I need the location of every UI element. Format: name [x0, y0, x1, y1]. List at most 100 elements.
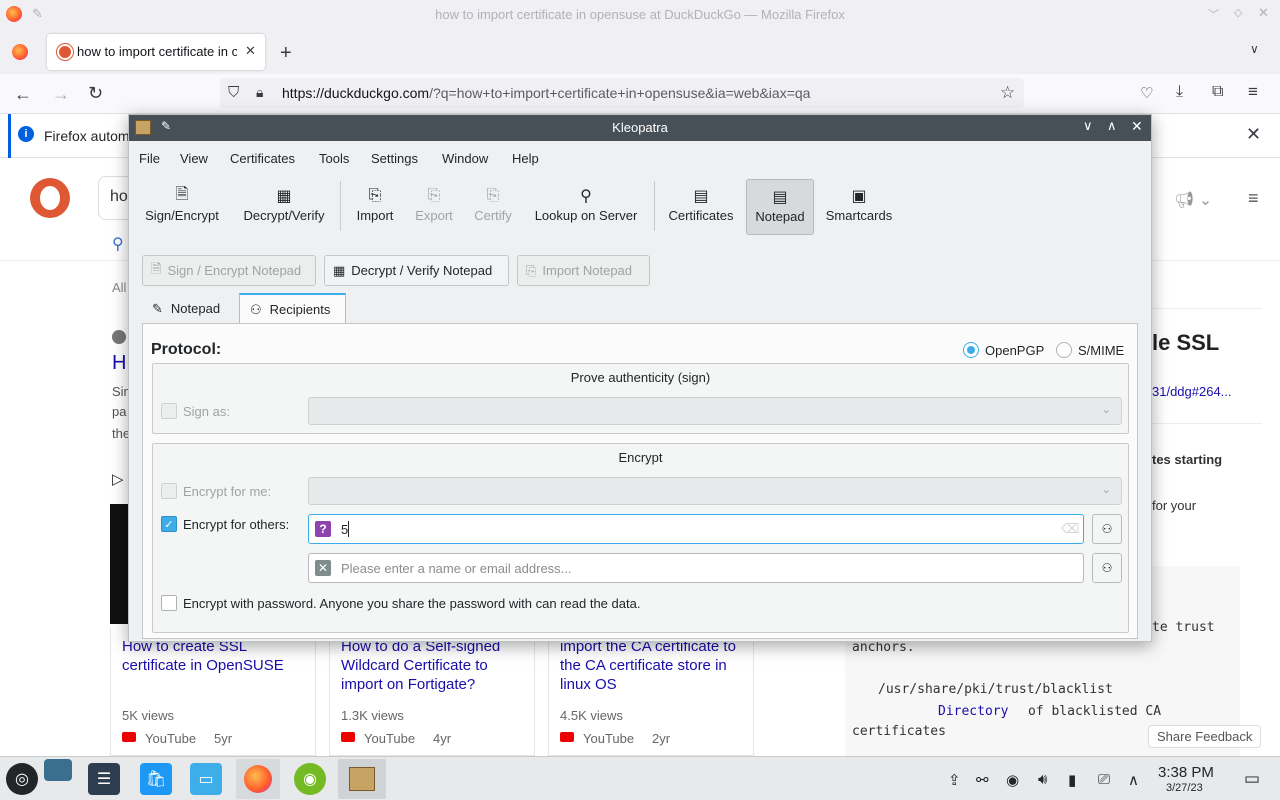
application-launcher-icon[interactable]: ◎: [6, 763, 38, 795]
search-input-partial[interactable]: ho: [110, 188, 128, 206]
videos-icon: ▷: [112, 471, 124, 488]
select-certificate-button[interactable]: ⚇: [1092, 553, 1122, 583]
sign-encrypt-notepad-button[interactable]: 🗎︎ Sign / Encrypt Notepad: [142, 255, 316, 286]
extensions-icon[interactable]: ⧉: [1212, 83, 1223, 101]
network-icon[interactable]: ⎚: [1098, 771, 1110, 788]
video-title[interactable]: How to create SSL certificate in OpenSUS…: [122, 637, 302, 675]
smartcards-button[interactable]: ▣ Smartcards: [819, 179, 899, 235]
forward-icon[interactable]: →: [52, 84, 70, 105]
list-tabs-icon[interactable]: ∨: [1250, 42, 1259, 56]
lookup-on-server-button[interactable]: ⚲ Lookup on Server: [527, 179, 645, 235]
menu-file[interactable]: File: [139, 151, 160, 166]
tab-close-icon[interactable]: ✕: [245, 43, 256, 59]
video-title[interactable]: import the CA certificate to the CA cert…: [560, 637, 750, 694]
network-upload-icon[interactable]: ⇪: [948, 771, 961, 789]
volume-icon[interactable]: 🔊︎: [1038, 771, 1047, 788]
visibility-icon[interactable]: ◉: [1006, 771, 1019, 789]
menu-settings[interactable]: Settings: [371, 151, 418, 166]
encrypt-with-password-checkbox[interactable]: [161, 595, 177, 611]
clock-date[interactable]: 3/27/23: [1166, 782, 1203, 794]
url-bar[interactable]: ⛉ 🔒︎ https://duckduckgo.com/?q=how+to+im…: [220, 78, 1024, 108]
battery-icon[interactable]: ▮: [1068, 771, 1076, 789]
video-thumbnail[interactable]: [110, 504, 130, 624]
import-notepad-button[interactable]: ⎘ Import Notepad: [517, 255, 650, 286]
pocket-icon[interactable]: ♡: [1140, 84, 1153, 102]
select-certificate-button[interactable]: ⚇: [1092, 514, 1122, 544]
url-text[interactable]: https://duckduckgo.com/?q=how+to+import+…: [282, 85, 810, 101]
info-icon: i: [18, 126, 34, 142]
encrypt-for-others-checkbox[interactable]: ✓: [161, 516, 177, 532]
taskbar: ◎ ☰ 🛍︎ ▭ ◉ ⇪ ⚯ ◉ 🔊︎ ▮ ⎚ ∧ 3:38 PM 3/27/2…: [0, 756, 1280, 800]
close-icon[interactable]: ✕: [1131, 118, 1143, 135]
sign-encrypt-button[interactable]: 🗎︎ Sign/Encrypt: [139, 179, 225, 235]
duckduckgo-logo[interactable]: [30, 178, 70, 218]
import-button[interactable]: ⎘ Import: [349, 179, 401, 235]
lock-icon[interactable]: 🔒︎: [256, 84, 263, 101]
menu-tools[interactable]: Tools: [319, 151, 349, 166]
reload-icon[interactable]: ↻: [88, 83, 103, 104]
video-title[interactable]: How to do a Self-signed Wildcard Certifi…: [341, 637, 521, 694]
kleopatra-taskbar-icon[interactable]: [338, 759, 386, 799]
firefox-taskbar-icon[interactable]: [236, 759, 280, 799]
recipient-input[interactable]: ? 5 ⌫: [308, 514, 1084, 544]
result-title[interactable]: H: [112, 352, 126, 375]
recipient-input-empty[interactable]: ✕ Please enter a name or email address..…: [308, 553, 1084, 583]
share-feedback-button[interactable]: Share Feedback: [1148, 725, 1262, 748]
browser-tab[interactable]: how to import certificate in opensuse at…: [47, 34, 265, 70]
filter-all[interactable]: All: [112, 280, 126, 295]
sign-as-checkbox[interactable]: [161, 403, 177, 419]
downloads-icon[interactable]: ⤓: [1176, 83, 1183, 101]
decrypt-verify-notepad-button[interactable]: ▦ Decrypt / Verify Notepad: [324, 255, 509, 286]
sign-as-combo[interactable]: ⌄: [308, 397, 1122, 425]
menu-certificates[interactable]: Certificates: [230, 151, 295, 166]
minimize-icon[interactable]: ﹀: [1208, 6, 1219, 22]
side-link[interactable]: 31/ddg#264...: [1152, 384, 1232, 399]
tab-recipients[interactable]: ⚇ Recipients: [239, 293, 346, 324]
page-menu-icon[interactable]: ≡: [1248, 188, 1259, 209]
maximize-icon[interactable]: ◇: [1234, 6, 1242, 19]
encrypt-for-me-combo[interactable]: ⌄: [308, 477, 1122, 505]
back-icon[interactable]: ←: [14, 84, 32, 105]
encrypt-for-me-checkbox[interactable]: [161, 483, 177, 499]
openpgp-label: OpenPGP: [985, 342, 1045, 358]
code-line[interactable]: Directory: [938, 704, 1008, 719]
menu-view[interactable]: View: [180, 151, 208, 166]
firefox-view-icon[interactable]: [12, 44, 28, 60]
menu-icon[interactable]: ≡: [1248, 82, 1258, 102]
export-button[interactable]: ⎘ Export: [409, 179, 459, 235]
shield-icon[interactable]: ⛉: [228, 84, 239, 101]
close-icon[interactable]: ✕: [1258, 5, 1269, 21]
chevron-down-icon: ⌄: [1101, 404, 1111, 416]
kleopatra-window: ✎ Kleopatra ∨ ∧ ✕ File View Certificates…: [128, 114, 1152, 642]
maximize-icon[interactable]: ∧: [1107, 118, 1117, 134]
connect-icon[interactable]: ⚯: [976, 771, 989, 789]
certificates-button[interactable]: ▤ Certificates: [661, 179, 741, 235]
new-tab-icon[interactable]: +: [280, 42, 292, 65]
file-manager-icon[interactable]: ▭: [190, 763, 222, 795]
discover-store-icon[interactable]: 🛍︎: [140, 763, 172, 795]
expand-tray-icon[interactable]: ∧: [1128, 771, 1139, 789]
clear-text-icon[interactable]: ⌫: [1061, 521, 1079, 537]
yast-icon[interactable]: ◉: [294, 763, 326, 795]
peek-desktop-icon[interactable]: ▭: [1244, 769, 1260, 789]
menu-help[interactable]: Help: [512, 151, 539, 166]
minimize-icon[interactable]: ∨: [1083, 118, 1093, 134]
feedback-megaphone-icon[interactable]: 📢︎ ⌄: [1174, 190, 1212, 210]
smime-radio[interactable]: S/MIME: [1056, 342, 1124, 358]
system-settings-icon[interactable]: ☰: [88, 763, 120, 795]
bookmark-star-icon[interactable]: ☆: [1000, 83, 1015, 103]
video-source: YouTube: [145, 731, 197, 746]
certify-button[interactable]: ⎘ Certify: [467, 179, 519, 235]
openpgp-radio[interactable]: OpenPGP: [963, 342, 1044, 358]
show-desktop-icon[interactable]: [44, 759, 72, 781]
code-line: /usr/share/pki/trust/blacklist: [878, 682, 1113, 697]
clock-time[interactable]: 3:38 PM: [1158, 764, 1214, 781]
notepad-button[interactable]: ▤ Notepad: [746, 179, 814, 235]
notification-close-icon[interactable]: ✕: [1246, 124, 1261, 145]
decrypt-verify-button[interactable]: ▦ Decrypt/Verify: [235, 179, 333, 235]
tab-notepad[interactable]: ✎ Notepad: [142, 293, 238, 324]
search-icon[interactable]: ⚲: [112, 234, 124, 254]
kleopatra-titlebar: ✎ Kleopatra ∨ ∧ ✕: [129, 115, 1151, 141]
side-panel: [1150, 308, 1262, 424]
menu-window[interactable]: Window: [442, 151, 488, 166]
